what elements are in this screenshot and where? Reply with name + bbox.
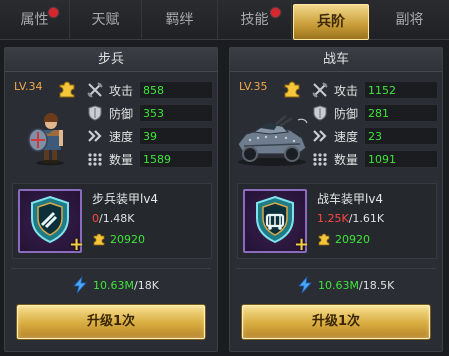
power-requirement: 10.63M/18.5K (296, 276, 394, 296)
panel-title: 战车 (230, 48, 442, 72)
tab-troop-rank[interactable]: 兵阶 (293, 4, 369, 40)
shield-icon (313, 105, 327, 121)
stat-label: 攻击 (109, 84, 134, 98)
notification-dot (49, 8, 58, 17)
stat-attack: 攻击 1152 (312, 81, 442, 101)
stat-quantity: 数量 1091 (312, 150, 442, 170)
troop-grid-icon (88, 153, 102, 166)
stat-attack: 攻击 858 (87, 81, 217, 101)
puzzle-piece-icon (318, 233, 330, 246)
stat-label: 速度 (334, 130, 359, 144)
shield-icon (88, 105, 102, 121)
troop-grid-icon (313, 153, 327, 166)
tab-label: 技能 (240, 12, 269, 28)
equipment-name: 步兵装甲lv4 (92, 192, 159, 206)
equipment-progress: 1.25K/1.61K (317, 212, 384, 225)
tab-label: 天赋 (91, 12, 120, 28)
speed-chevrons-icon (88, 130, 102, 142)
cost-value: 20920 (335, 233, 370, 246)
stat-speed: 速度 39 (87, 127, 217, 147)
stat-label: 防御 (109, 107, 134, 121)
speed-chevrons-icon (313, 130, 327, 142)
puzzle-icon[interactable] (282, 79, 302, 99)
unit-level: LV.35 (239, 80, 268, 93)
stat-value: 858 (139, 81, 213, 99)
power-requirement: 10.63M/18K (71, 276, 159, 296)
stat-label: 数量 (334, 153, 359, 167)
equipment-name: 战车装甲lv4 (317, 192, 384, 206)
equipment-cost: 20920 (317, 232, 370, 246)
chariot-panel: 战车 LV.35 攻击 1152 防御 281 速度 23 数量 1091 + … (229, 47, 443, 352)
stat-speed: 速度 23 (312, 127, 442, 147)
crossed-swords-icon (87, 82, 103, 98)
power-total: /18.5K (358, 279, 395, 292)
tab-bar: 属性 天赋 羁绊 技能 兵阶 副将 (0, 0, 449, 40)
stat-value: 1589 (139, 150, 213, 168)
tab-bond[interactable]: 羁绊 (142, 0, 218, 40)
stat-label: 攻击 (334, 84, 359, 98)
stat-value: 23 (364, 127, 438, 145)
power-current: 10.63M (318, 279, 359, 292)
tab-attributes[interactable]: 属性 (0, 0, 70, 40)
lightning-icon (298, 276, 312, 294)
tab-deputy[interactable]: 副将 (370, 0, 449, 40)
upgrade-button[interactable]: 升级1次 (17, 305, 205, 339)
progress-total: /1.61K (348, 212, 385, 225)
tab-label: 属性 (20, 12, 49, 28)
stat-label: 防御 (334, 107, 359, 121)
tab-talent[interactable]: 天赋 (70, 0, 142, 40)
stat-value: 39 (139, 127, 213, 145)
divider (236, 268, 436, 269)
equipment-cost: 20920 (92, 232, 145, 246)
stat-quantity: 数量 1589 (87, 150, 217, 170)
equipment-card: + 战车装甲lv4 1.25K/1.61K 20920 (237, 183, 437, 259)
unit-level: LV.34 (14, 80, 43, 93)
progress-current: 1.25K (317, 212, 349, 225)
tab-label: 羁绊 (165, 12, 194, 28)
equipment-progress: 0/1.48K (92, 212, 134, 225)
stat-value: 353 (139, 104, 213, 122)
infantry-panel: 步兵 LV.34 攻击 858 防御 353 速度 39 数量 1589 + 步… (4, 47, 218, 352)
progress-total: /1.48K (99, 212, 135, 225)
stat-value: 1091 (364, 150, 438, 168)
armored-car-icon (237, 115, 308, 166)
notification-dot (271, 8, 280, 17)
stat-label: 数量 (109, 153, 134, 167)
equipment-card: + 步兵装甲lv4 0/1.48K 20920 (12, 183, 212, 259)
stat-value: 1152 (364, 81, 438, 99)
stat-label: 速度 (109, 130, 134, 144)
panel-title: 步兵 (5, 48, 217, 72)
upgrade-button[interactable]: 升级1次 (242, 305, 430, 339)
stat-defense: 防御 353 (87, 104, 217, 124)
progress-current: 0 (92, 212, 99, 225)
divider (11, 268, 211, 269)
cost-value: 20920 (110, 233, 145, 246)
power-current: 10.63M (93, 279, 134, 292)
stat-value: 281 (364, 104, 438, 122)
puzzle-piece-icon (93, 233, 105, 246)
power-total: /18K (133, 279, 159, 292)
infantry-soldier-icon (28, 113, 64, 166)
tab-label: 副将 (395, 12, 424, 28)
tab-skills[interactable]: 技能 (218, 0, 292, 40)
stat-defense: 防御 281 (312, 104, 442, 124)
add-icon[interactable]: + (294, 236, 309, 254)
add-icon[interactable]: + (69, 236, 84, 254)
lightning-icon (73, 276, 87, 294)
crossed-swords-icon (312, 82, 328, 98)
tab-label: 兵阶 (317, 14, 345, 30)
puzzle-icon[interactable] (57, 79, 77, 99)
